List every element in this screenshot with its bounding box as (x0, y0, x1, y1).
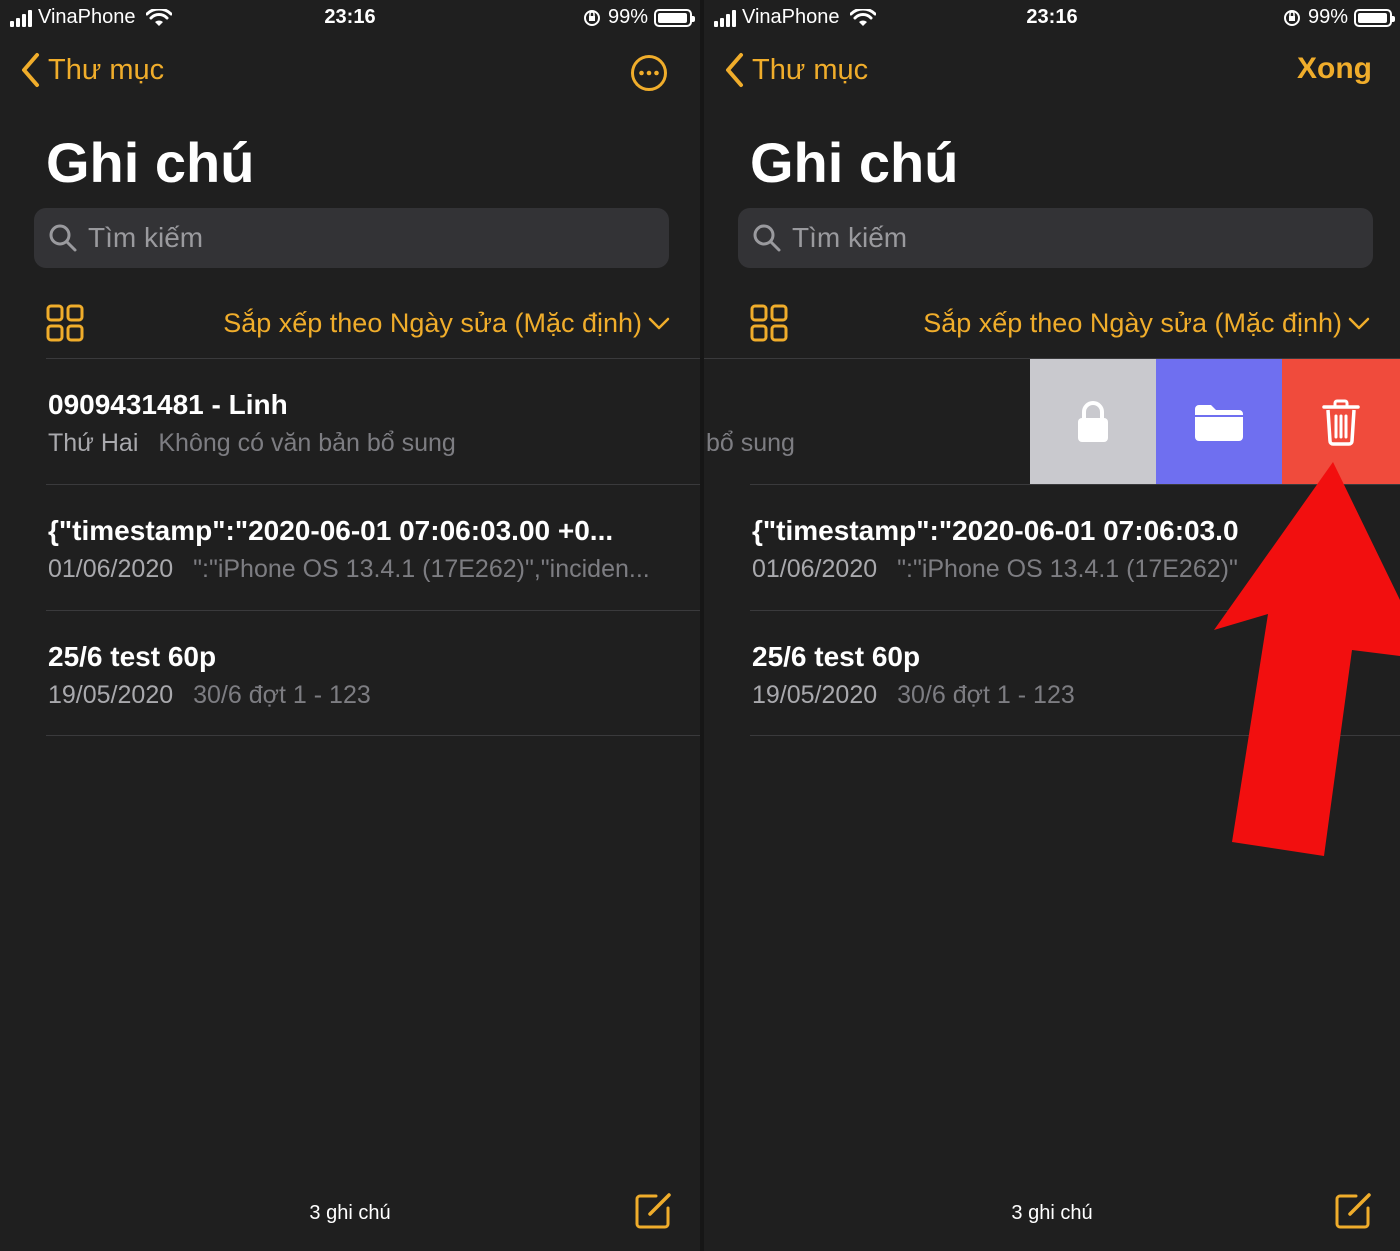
note-subtitle: Thứ Hai Không có văn bản bổ sung (48, 429, 456, 458)
swipe-actions (1030, 359, 1400, 484)
search-input[interactable] (792, 222, 1312, 254)
more-icon[interactable] (630, 54, 668, 92)
nav-bar: Thư mục Xong (704, 52, 1400, 92)
screenshot: VinaPhone 23:16 99% Thư mục Ghi chú Tìm … (0, 0, 1400, 1251)
note-title: 0909431481 - Linh (48, 389, 288, 420)
sort-label: Sắp xếp theo Ngày sửa (Mặc định) (223, 308, 642, 338)
search-bar[interactable] (738, 208, 1373, 268)
orientation-lock-icon (583, 9, 600, 26)
lock-icon (1078, 400, 1108, 442)
note-subtitle: 19/05/2020 30/6 đợt 1 - 123 (752, 681, 1075, 710)
search-icon (753, 224, 781, 252)
compose-icon[interactable] (634, 1190, 674, 1230)
sort-label: Sắp xếp theo Ngày sửa (Mặc định) (923, 308, 1342, 338)
note-title: {"timestamp":"2020-06-01 07:06:03.00 +0.… (48, 515, 614, 546)
note-preview: bổ sung (706, 429, 795, 457)
notes-list: bổ sung {"timestamp":"2020-06-01 07:06:0… (704, 358, 1400, 736)
phone-screen-right: VinaPhone 23:16 99% Thư mục Xong Ghi chú (704, 0, 1400, 1251)
move-note-button[interactable] (1156, 359, 1282, 484)
battery-percent: 99% (1307, 6, 1348, 28)
gallery-grid-icon[interactable] (46, 304, 84, 342)
gallery-grid-icon[interactable] (750, 304, 788, 342)
page-title: Ghi chú (750, 131, 959, 194)
note-row[interactable]: {"timestamp":"2020-06-01 07:06:03.0 01/0… (750, 484, 1400, 610)
note-title: {"timestamp":"2020-06-01 07:06:03.0 (752, 515, 1239, 546)
chevron-left-icon (726, 53, 743, 87)
page-title: Ghi chú (46, 131, 255, 194)
battery-percent: 99% (607, 6, 648, 28)
battery-icon (1354, 8, 1395, 27)
lock-note-button[interactable] (1030, 359, 1156, 484)
note-date: 01/06/2020 (752, 555, 878, 583)
note-row[interactable]: {"timestamp":"2020-06-01 07:06:03.00 +0.… (46, 484, 700, 610)
note-preview: ":"iPhone OS 13.4.1 (17E262)" (897, 555, 1238, 583)
note-subtitle: 19/05/2020 30/6 đợt 1 - 123 (48, 681, 371, 710)
back-label: Thư mục (752, 53, 869, 86)
chevron-left-icon (22, 53, 39, 87)
note-preview: 30/6 đợt 1 - 123 (193, 681, 371, 709)
note-date: 01/06/2020 (48, 555, 174, 583)
note-row[interactable]: 25/6 test 60p 19/05/2020 30/6 đợt 1 - 123 (750, 610, 1400, 736)
note-subtitle: 01/06/2020 ":"iPhone OS 13.4.1 (17E262)",… (48, 555, 650, 584)
back-button[interactable]: Thư mục (724, 52, 868, 88)
note-preview: Không có văn bản bổ sung (158, 429, 456, 457)
note-title: 25/6 test 60p (48, 641, 217, 672)
note-subtitle: 01/06/2020 ":"iPhone OS 13.4.1 (17E262)" (752, 555, 1238, 584)
sort-button[interactable]: Sắp xếp theo Ngày sửa (Mặc định) (223, 308, 670, 339)
notes-list: 0909431481 - Linh Thứ Hai Không có văn bả… (0, 358, 700, 736)
chevron-down-icon (1348, 317, 1370, 329)
delete-note-button[interactable] (1282, 359, 1400, 484)
compose-icon[interactable] (1334, 1190, 1374, 1230)
search-bar[interactable] (34, 208, 669, 268)
toolbar: 3 ghi chú (0, 1193, 700, 1230)
search-input[interactable] (88, 222, 608, 254)
chevron-down-icon (648, 317, 670, 329)
note-date: 19/05/2020 (752, 681, 878, 709)
toolbar: 3 ghi chú (704, 1193, 1400, 1230)
orientation-lock-icon (1283, 9, 1300, 26)
note-count: 3 ghi chú (1011, 1202, 1093, 1224)
note-preview: 30/6 đợt 1 - 123 (897, 681, 1075, 709)
phone-screen-left: VinaPhone 23:16 99% Thư mục Ghi chú Tìm … (0, 0, 700, 1251)
search-icon (49, 224, 77, 252)
battery-group: 99% (1282, 6, 1395, 29)
sort-bar: Sắp xếp theo Ngày sửa (Mặc định) (46, 302, 670, 346)
note-date: Thứ Hai (48, 429, 139, 457)
note-row[interactable]: 0909431481 - Linh Thứ Hai Không có văn bả… (46, 358, 700, 484)
note-subtitle: bổ sung (706, 429, 795, 458)
done-button[interactable]: Xong (1297, 52, 1372, 86)
trash-icon (1322, 399, 1360, 446)
note-row-swiped[interactable]: bổ sung (704, 358, 1400, 484)
battery-group: 99% (582, 6, 695, 29)
note-preview: ":"iPhone OS 13.4.1 (17E262)","inciden..… (193, 555, 650, 583)
note-date: 19/05/2020 (48, 681, 174, 709)
sort-button[interactable]: Sắp xếp theo Ngày sửa (Mặc định) (923, 308, 1370, 339)
nav-bar: Thư mục (0, 52, 700, 92)
battery-icon (654, 8, 695, 27)
note-title: 25/6 test 60p (752, 641, 921, 672)
folder-icon (1195, 404, 1243, 441)
note-count: 3 ghi chú (309, 1202, 391, 1224)
status-bar: VinaPhone 23:16 99% (704, 0, 1400, 36)
back-button[interactable]: Thư mục (20, 52, 164, 88)
sort-bar: Sắp xếp theo Ngày sửa (Mặc định) (750, 302, 1370, 346)
note-row[interactable]: 25/6 test 60p 19/05/2020 30/6 đợt 1 - 123 (46, 610, 700, 736)
back-label: Thư mục (48, 53, 165, 86)
status-bar: VinaPhone 23:16 99% (0, 0, 700, 36)
